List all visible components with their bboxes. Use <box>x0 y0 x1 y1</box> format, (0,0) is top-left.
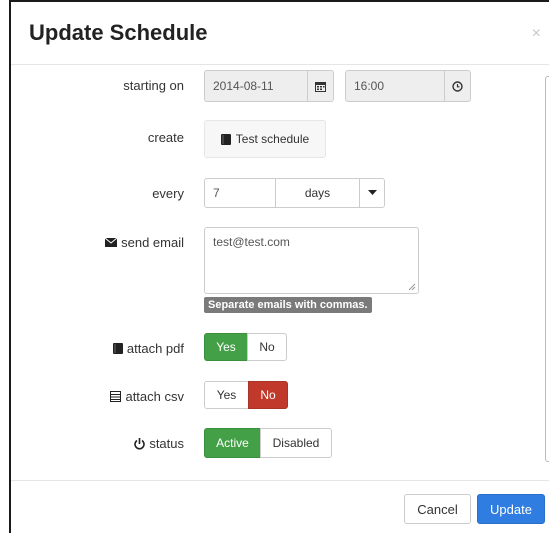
test-schedule-button[interactable]: Test schedule <box>204 120 326 158</box>
attach-pdf-row: attach pdf Yes No <box>11 333 549 363</box>
attach-csv-no-button[interactable]: No <box>248 381 288 409</box>
starting-on-row: starting on 2014-08-11 16:00 <box>11 70 549 104</box>
send-email-label: send email <box>105 235 184 250</box>
book-icon <box>112 343 123 354</box>
email-hint: Separate emails with commas. <box>204 297 372 313</box>
update-button[interactable]: Update <box>477 494 545 524</box>
modal-footer: Cancel Update <box>11 480 549 534</box>
power-icon <box>134 437 146 449</box>
start-date-input[interactable]: 2014-08-11 <box>204 70 308 102</box>
envelope-icon <box>105 238 118 247</box>
list-icon <box>110 391 122 402</box>
backdrop-edge <box>0 0 11 533</box>
status-active-button[interactable]: Active <box>204 428 261 458</box>
every-row: every 7 days <box>11 178 549 208</box>
status-label: status <box>134 436 184 451</box>
every-unit-select[interactable]: days <box>275 178 360 208</box>
create-row: create Test schedule <box>11 120 549 160</box>
update-schedule-modal: Update Schedule × starting on 2014-08-11… <box>11 2 549 534</box>
modal-title: Update Schedule <box>29 20 208 45</box>
resize-handle-icon[interactable] <box>408 283 416 291</box>
starting-on-label: starting on <box>123 78 184 93</box>
attach-csv-row: attach csv Yes No <box>11 381 549 411</box>
every-value-input[interactable]: 7 <box>204 178 276 208</box>
create-label: create <box>147 130 184 145</box>
send-email-row: send email test@test.com Separate emails… <box>11 227 549 317</box>
attach-pdf-label: attach pdf <box>112 341 184 356</box>
start-time-input[interactable]: 16:00 <box>345 70 445 102</box>
status-disabled-button[interactable]: Disabled <box>260 428 332 458</box>
status-row: status Active Disabled <box>11 428 549 458</box>
book-icon <box>220 133 231 145</box>
attach-pdf-no-button[interactable]: No <box>247 333 287 361</box>
close-icon[interactable]: × <box>532 26 541 42</box>
cancel-button[interactable]: Cancel <box>404 494 471 524</box>
modal-header: Update Schedule × <box>11 2 549 65</box>
attach-pdf-yes-button[interactable]: Yes <box>204 333 248 361</box>
attach-csv-yes-button[interactable]: Yes <box>204 381 249 409</box>
email-textarea[interactable]: test@test.com <box>204 227 419 294</box>
clock-icon[interactable] <box>444 70 471 102</box>
calendar-icon[interactable] <box>307 70 334 102</box>
every-label: every <box>152 186 184 201</box>
attach-csv-label: attach csv <box>110 389 184 404</box>
chevron-down-icon[interactable] <box>359 178 385 208</box>
